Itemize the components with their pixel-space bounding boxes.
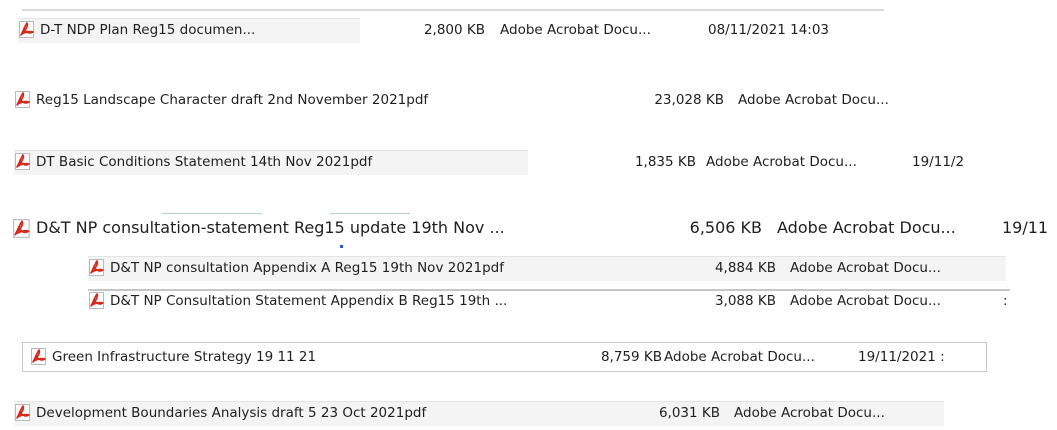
file-size: 4,884 KB — [714, 260, 776, 276]
file-row[interactable]: Reg15 Landscape Character draft 2nd Nove… — [14, 88, 964, 112]
file-name: Reg15 Landscape Character draft 2nd Nove… — [36, 92, 429, 108]
file-date: 19/11/2 — [912, 154, 965, 170]
selection-edge — [330, 213, 410, 214]
file-type: Adobe Acrobat Docu... — [790, 293, 941, 309]
file-type: Adobe Acrobat Docu... — [738, 92, 889, 108]
selection-marker — [340, 245, 343, 248]
file-date: : — [1003, 293, 1008, 309]
file-size: 6,031 KB — [658, 405, 720, 421]
file-date: 08/11/2021 14:03 — [708, 22, 830, 38]
file-name: Development Boundaries Analysis draft 5 … — [36, 405, 427, 421]
pdf-file-icon — [14, 90, 33, 109]
file-name: DT Basic Conditions Statement 14th Nov 2… — [36, 154, 373, 170]
pdf-file-icon — [14, 152, 33, 171]
file-row[interactable]: D&T NP consultation Appendix A Reg15 19t… — [88, 256, 1008, 281]
file-row[interactable]: Green Infrastructure Strategy 19 11 21 8… — [22, 342, 987, 372]
file-size: 23,028 KB — [654, 92, 724, 108]
file-name: D&T NP consultation-statement Reg15 upda… — [36, 219, 505, 237]
file-type: Adobe Acrobat Docu... — [664, 349, 815, 365]
divider-line — [22, 9, 884, 11]
file-row[interactable]: D-T NDP Plan Reg15 documen... 2,800 KB A… — [18, 18, 888, 43]
pdf-file-icon — [30, 347, 49, 366]
pdf-file-icon — [18, 20, 37, 39]
file-type: Adobe Acrobat Docu... — [500, 22, 651, 38]
file-type: Adobe Acrobat Docu... — [790, 260, 941, 276]
selection-edge — [162, 213, 262, 214]
file-size: 1,835 KB — [634, 154, 696, 170]
file-name: D&T NP Consultation Statement Appendix B… — [110, 293, 508, 309]
file-size: 6,506 KB — [689, 219, 762, 237]
file-name: D-T NDP Plan Reg15 documen... — [40, 22, 256, 38]
file-size: 3,088 KB — [714, 293, 776, 309]
pdf-file-icon — [12, 218, 33, 239]
file-size: 8,759 KB — [600, 349, 662, 365]
file-row[interactable]: D&T NP consultation-statement Reg15 upda… — [12, 216, 1057, 244]
file-date: 19/11 — [1002, 219, 1049, 237]
file-row[interactable]: D&T NP Consultation Statement Appendix B… — [88, 289, 1013, 315]
file-name: Green Infrastructure Strategy 19 11 21 — [52, 349, 317, 365]
file-type: Adobe Acrobat Docu... — [777, 219, 956, 237]
pdf-file-icon — [88, 258, 107, 277]
file-name: D&T NP consultation Appendix A Reg15 19t… — [110, 260, 504, 276]
pdf-file-icon — [88, 291, 107, 310]
file-row[interactable]: DT Basic Conditions Statement 14th Nov 2… — [14, 150, 989, 175]
file-type: Adobe Acrobat Docu... — [734, 405, 885, 421]
file-date: 19/11/2021 : — [858, 349, 945, 365]
file-type: Adobe Acrobat Docu... — [706, 154, 857, 170]
file-row[interactable]: Development Boundaries Analysis draft 5 … — [14, 401, 964, 426]
pdf-file-icon — [14, 403, 33, 422]
file-size: 2,800 KB — [423, 22, 485, 38]
